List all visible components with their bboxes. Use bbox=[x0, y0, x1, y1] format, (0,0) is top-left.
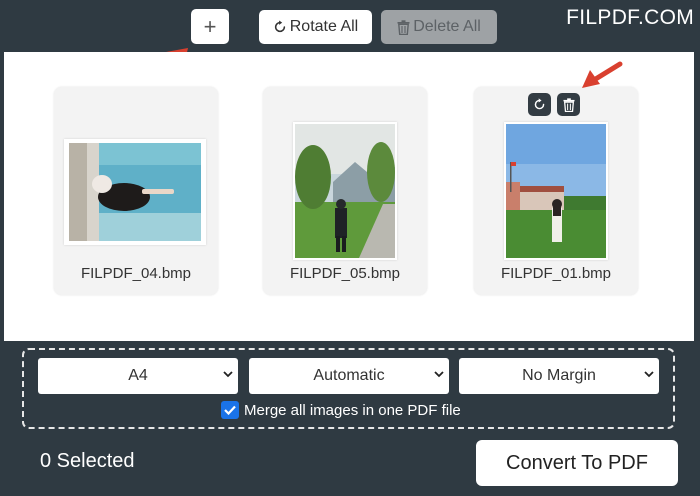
margin-value: No Margin bbox=[522, 367, 596, 384]
margin-select[interactable]: No Margin bbox=[459, 358, 659, 394]
image-card[interactable]: FILPDF_05.bmp bbox=[263, 87, 427, 295]
image-card[interactable]: FILPDF_04.bmp bbox=[54, 87, 218, 295]
checkmark-icon bbox=[224, 405, 236, 415]
delete-image-button[interactable] bbox=[557, 93, 580, 116]
merge-label: Merge all images in one PDF file bbox=[244, 401, 461, 419]
rotate-all-label: Rotate All bbox=[289, 18, 359, 35]
top-toolbar: + Rotate All Delete All FILPDF.COM bbox=[0, 0, 700, 52]
card-toolbar bbox=[528, 93, 580, 116]
brand-logo: FILPDF.COM bbox=[566, 6, 694, 29]
delete-all-button[interactable]: Delete All bbox=[381, 10, 497, 44]
file-name: FILPDF_05.bmp bbox=[289, 265, 401, 282]
merge-option: Merge all images in one PDF file bbox=[221, 401, 461, 419]
rotate-image-button[interactable] bbox=[528, 93, 551, 116]
convert-label: Convert To PDF bbox=[506, 451, 648, 474]
add-button-label: + bbox=[203, 13, 217, 39]
convert-to-pdf-button[interactable]: Convert To PDF bbox=[476, 440, 678, 486]
trash-icon bbox=[397, 19, 410, 35]
rotate-all-button[interactable]: Rotate All bbox=[259, 10, 372, 44]
delete-all-label: Delete All bbox=[413, 18, 481, 35]
image-thumbnail bbox=[64, 139, 206, 245]
chevron-down-icon bbox=[223, 371, 233, 378]
selected-count: 0 Selected bbox=[40, 450, 135, 472]
image-thumbnail bbox=[504, 122, 608, 260]
page-size-select[interactable]: A4 bbox=[38, 358, 238, 394]
chevron-down-icon bbox=[644, 371, 654, 378]
page-size-value: A4 bbox=[128, 367, 148, 384]
image-workspace: FILPDF_04.bmp FILPDF_05.bmp FILPDF_01.bm… bbox=[4, 52, 694, 341]
rotate-icon bbox=[534, 98, 545, 110]
chevron-down-icon bbox=[434, 371, 444, 378]
conversion-options: A4 Automatic No Margin Merge all images … bbox=[22, 348, 675, 429]
file-name: FILPDF_04.bmp bbox=[80, 265, 192, 282]
rotate-icon bbox=[274, 20, 285, 33]
image-card[interactable]: FILPDF_01.bmp bbox=[474, 87, 638, 295]
annotation-arrow-icon bbox=[582, 61, 623, 88]
add-file-button[interactable]: + bbox=[191, 9, 229, 44]
merge-checkbox[interactable] bbox=[221, 401, 239, 419]
image-thumbnail bbox=[293, 122, 397, 260]
file-name: FILPDF_01.bmp bbox=[500, 265, 612, 282]
orientation-select[interactable]: Automatic bbox=[249, 358, 449, 394]
orientation-value: Automatic bbox=[313, 367, 385, 384]
trash-icon bbox=[562, 97, 575, 112]
